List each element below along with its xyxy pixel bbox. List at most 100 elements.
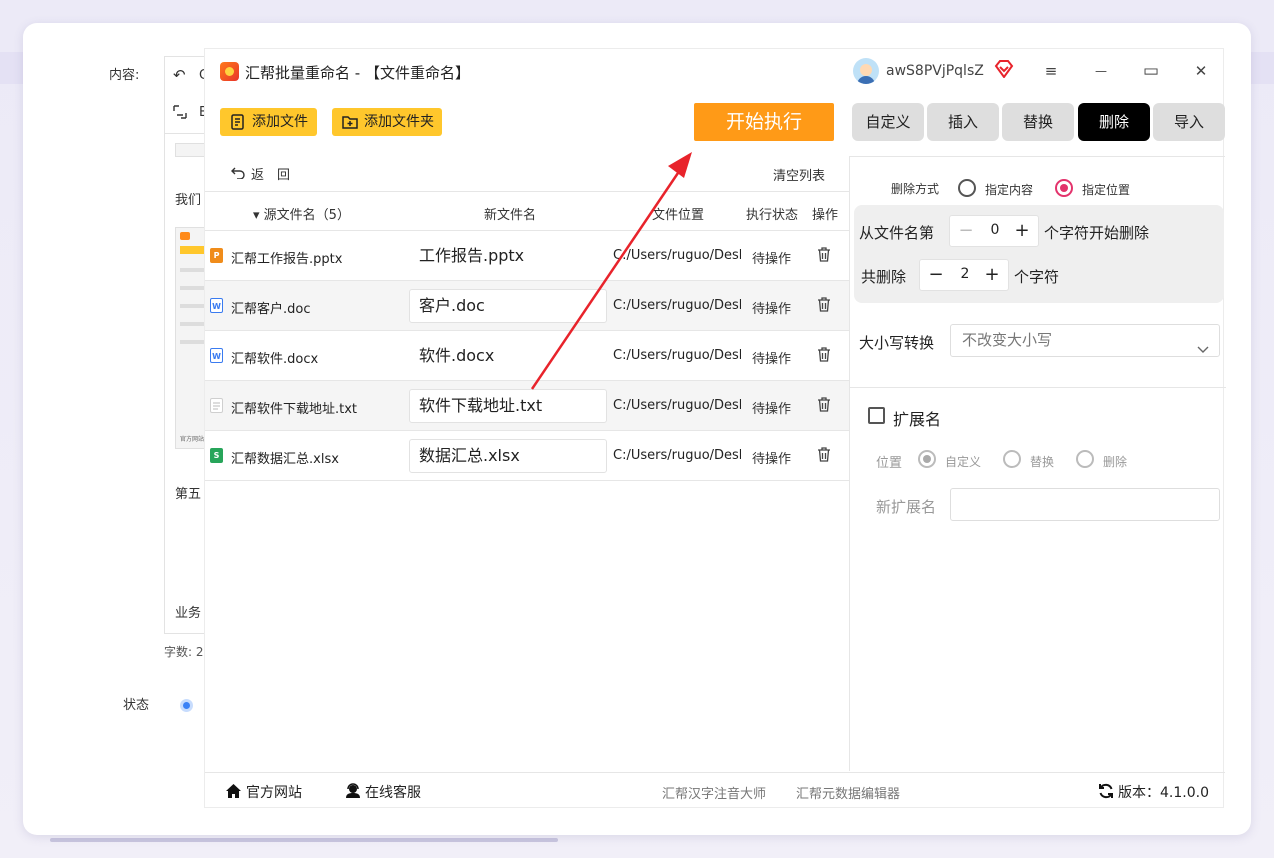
radio-ext-custom-label[interactable]: 自定义 <box>945 453 981 470</box>
add-folder-icon <box>342 116 358 129</box>
table-row[interactable]: W 汇帮软件.docx 软件.docx C:/Users/ruguo/Deskt… <box>205 331 849 381</box>
version-info: 版本：4.1.0.0 <box>1098 782 1209 802</box>
new-filename-input[interactable]: 软件.docx <box>409 339 607 373</box>
refresh-icon <box>1099 783 1113 799</box>
status-text: 待操作 <box>752 252 792 267</box>
radio-specified-position[interactable] <box>1055 179 1073 197</box>
table-row[interactable]: P 汇帮工作报告.pptx 工作报告.pptx C:/Users/ruguo/D… <box>205 231 849 281</box>
online-service-link[interactable]: 在线客服 <box>345 782 421 802</box>
source-filename: 汇帮软件下载地址.txt <box>231 402 358 417</box>
from-position-value[interactable]: 0 <box>980 222 1010 238</box>
source-filename: 汇帮工作报告.pptx <box>231 252 343 267</box>
extension-checkbox[interactable] <box>868 407 885 424</box>
delete-count-label: 共删除 <box>861 268 907 286</box>
footer-bar: 官方网站 在线客服 汇帮汉字注音大师 汇帮元数据编辑器 版本：4.1.0.0 <box>205 772 1225 809</box>
start-button[interactable]: 开始执行 <box>694 103 834 141</box>
status-radio[interactable] <box>180 699 193 712</box>
trash-icon[interactable] <box>817 347 831 366</box>
sort-header-source[interactable]: ▾ 源文件名（5） <box>253 204 350 223</box>
pptx-icon: P <box>210 248 223 263</box>
close-button[interactable]: ✕ <box>1189 59 1213 83</box>
status-text: 待操作 <box>752 352 792 367</box>
new-filename-input[interactable]: 客户.doc <box>409 289 607 323</box>
file-path: C:/Users/ruguo/Desktop <box>613 348 741 363</box>
username[interactable]: awS8PVjPqlsZ <box>886 63 984 79</box>
increment-button[interactable]: + <box>982 264 1002 286</box>
user-avatar[interactable] <box>853 58 879 84</box>
position-settings-box: 从文件名第 − 0 + 个字符开始删除 共删除 − 2 + 个字符 <box>854 205 1224 303</box>
header-location: 文件位置 <box>652 208 705 223</box>
status-text: 待操作 <box>752 452 792 467</box>
excel-icon: S <box>210 448 223 463</box>
file-path: C:/Users/ruguo/Desktop <box>613 248 741 263</box>
trash-icon[interactable] <box>817 447 831 466</box>
radio-ext-delete-label[interactable]: 删除 <box>1103 453 1127 470</box>
radio-ext-replace[interactable] <box>1003 450 1021 468</box>
header-action: 操作 <box>812 208 839 223</box>
new-filename-input[interactable]: 数据汇总.xlsx <box>409 439 607 473</box>
tab-insert[interactable]: 插入 <box>927 103 999 141</box>
minimize-button[interactable]: — <box>1089 59 1113 83</box>
radio-ext-replace-label[interactable]: 替换 <box>1030 453 1054 470</box>
trash-icon[interactable] <box>817 397 831 416</box>
delete-settings-panel: 删除方式 指定内容 指定位置 从文件名第 − 0 + 个字符开始删除 共删除 −… <box>849 156 1226 771</box>
from-position-label: 从文件名第 <box>859 224 935 242</box>
official-website-link[interactable]: 官方网站 <box>225 782 302 802</box>
delete-count-value[interactable]: 2 <box>950 266 980 282</box>
from-position-suffix: 个字符开始删除 <box>1044 224 1150 242</box>
clear-list-button[interactable]: 清空列表 <box>773 165 825 184</box>
new-filename-input[interactable]: 工作报告.pptx <box>409 239 607 273</box>
add-folder-label: 添加文件夹 <box>364 114 434 130</box>
tab-import[interactable]: 导入 <box>1153 103 1225 141</box>
radio-ext-delete[interactable] <box>1076 450 1094 468</box>
add-folder-button[interactable]: 添加文件夹 <box>332 108 442 136</box>
trash-icon[interactable] <box>817 297 831 316</box>
word-icon: W <box>210 298 223 313</box>
radio-specified-content[interactable] <box>958 179 976 197</box>
decrement-button[interactable]: − <box>956 220 976 242</box>
table-row[interactable]: W 汇帮客户.doc 客户.doc C:/Users/ruguo/Desktop… <box>205 281 849 331</box>
chevron-down-icon <box>1197 334 1209 365</box>
title-bar: 汇帮批量重命名 - 【文件重命名】 awS8PVjPqlsZ ≡ — ▭ ✕ <box>205 49 1225 93</box>
divider <box>850 387 1226 388</box>
footer-link-phonetic[interactable]: 汇帮汉字注音大师 <box>662 783 766 802</box>
from-position-stepper[interactable]: − 0 + <box>949 215 1039 247</box>
header-status: 执行状态 <box>746 208 799 223</box>
extension-label[interactable]: 扩展名 <box>893 406 941 430</box>
tab-custom[interactable]: 自定义 <box>852 103 924 141</box>
maximize-button[interactable]: ▭ <box>1139 59 1163 83</box>
add-file-button[interactable]: 添加文件 <box>220 108 317 136</box>
footer-link-metadata[interactable]: 汇帮元数据编辑器 <box>796 783 900 802</box>
case-convert-label: 大小写转换 <box>859 334 935 352</box>
back-arrow-icon <box>231 167 245 183</box>
delete-count-stepper[interactable]: − 2 + <box>919 259 1009 291</box>
delete-mode-label: 删除方式 <box>891 182 940 196</box>
table-row[interactable]: 汇帮软件下载地址.txt 软件下载地址.txt C:/Users/ruguo/D… <box>205 381 849 431</box>
decrement-button[interactable]: − <box>926 264 946 286</box>
source-filename: 汇帮数据汇总.xlsx <box>231 452 339 467</box>
file-table: ▾ 源文件名（5） 新文件名 文件位置 执行状态 操作 P 汇帮工作报告.ppt… <box>205 191 849 481</box>
radio-specified-position-label[interactable]: 指定位置 <box>1082 181 1130 198</box>
trash-icon[interactable] <box>817 247 831 266</box>
menu-icon[interactable]: ≡ <box>1039 59 1063 83</box>
vip-diamond-icon[interactable] <box>994 60 1014 82</box>
case-convert-select[interactable]: 不改变大小写 <box>950 324 1220 357</box>
new-extension-label: 新扩展名 <box>876 498 937 516</box>
content-label: 内容: <box>109 68 140 83</box>
insert-icon[interactable] <box>173 105 187 123</box>
tab-delete[interactable]: 删除 <box>1078 103 1150 141</box>
radio-ext-custom[interactable] <box>918 450 936 468</box>
new-filename-input[interactable]: 软件下载地址.txt <box>409 389 607 423</box>
home-icon <box>226 784 241 798</box>
rename-app-window: 汇帮批量重命名 - 【文件重命名】 awS8PVjPqlsZ ≡ — ▭ ✕ 添… <box>204 48 1226 809</box>
tab-replace[interactable]: 替换 <box>1002 103 1074 141</box>
undo-icon[interactable]: ↶ <box>173 66 186 84</box>
file-path: C:/Users/ruguo/Desktop <box>613 298 741 313</box>
new-extension-input[interactable] <box>950 488 1220 521</box>
radio-specified-content-label[interactable]: 指定内容 <box>985 181 1033 198</box>
back-button[interactable]: 返 回 <box>231 164 290 183</box>
background-scrollbar <box>50 838 558 842</box>
increment-button[interactable]: + <box>1012 220 1032 242</box>
editor-text-line: 第五 <box>175 487 202 502</box>
table-row[interactable]: S 汇帮数据汇总.xlsx 数据汇总.xlsx C:/Users/ruguo/D… <box>205 431 849 481</box>
